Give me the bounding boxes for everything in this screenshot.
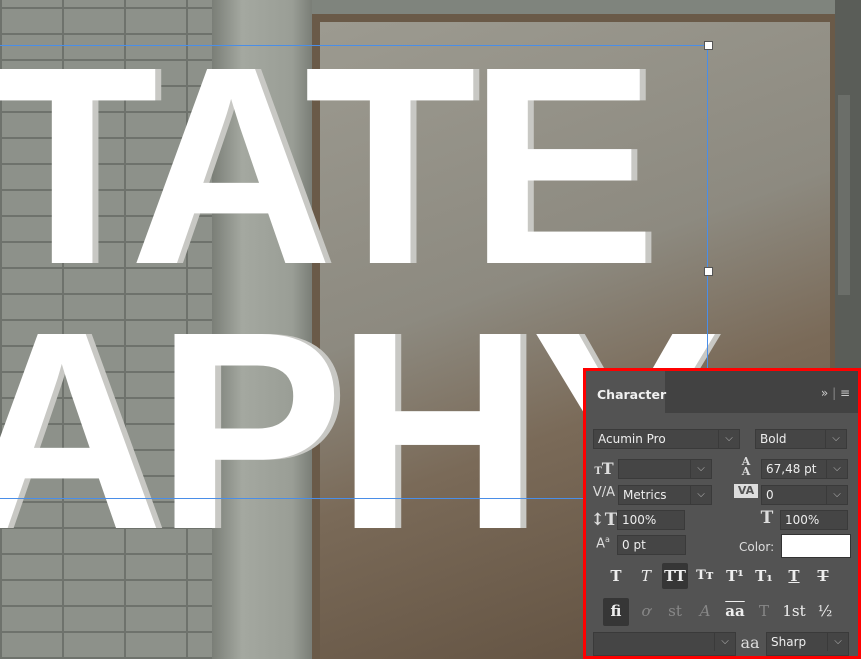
transform-handle[interactable] <box>704 267 713 276</box>
ligatures-button[interactable]: fi <box>603 598 629 626</box>
small-caps-button[interactable]: Tт <box>692 563 718 589</box>
titling-alternates-button[interactable]: T <box>751 598 777 624</box>
swash-button[interactable]: A <box>692 598 718 624</box>
horizontal-scale-icon: T <box>760 508 774 528</box>
faux-italic-button[interactable]: T <box>633 563 659 589</box>
color-label: Color: <box>739 540 775 554</box>
character-panel: Character » | ≡ Acumin Pro Bold TT AA 67… <box>583 368 861 659</box>
font-size-icon: TT <box>594 459 614 478</box>
horizontal-scale-input[interactable]: 100% <box>780 510 848 530</box>
old-style-button[interactable]: st <box>662 598 688 624</box>
font-family-select[interactable]: Acumin Pro <box>593 429 740 449</box>
leading-input[interactable]: 67,48 pt <box>761 459 848 479</box>
underline-button[interactable]: T <box>781 563 807 589</box>
tracking-select[interactable]: 0 <box>761 485 848 505</box>
stylistic-alternates-button[interactable]: aa <box>719 598 751 624</box>
discretionary-ligatures-button[interactable]: ơ <box>633 598 659 624</box>
baseline-shift-input[interactable]: 0 pt <box>617 535 686 555</box>
ordinals-button[interactable]: 1st <box>778 598 810 624</box>
superscript-button[interactable]: T¹ <box>722 563 748 589</box>
panel-menu-icon[interactable]: ≡ <box>840 386 850 400</box>
kerning-icon: V/A <box>592 485 616 500</box>
font-style-select[interactable]: Bold <box>755 429 847 449</box>
font-size-input[interactable] <box>618 459 712 479</box>
tracking-icon: VA <box>734 484 758 498</box>
tab-character[interactable]: Character <box>586 371 666 413</box>
strikethrough-button[interactable]: T <box>810 563 836 589</box>
transform-handle[interactable] <box>704 41 713 50</box>
antialias-select[interactable]: Sharp <box>766 632 849 656</box>
scroll-thumb[interactable] <box>838 95 850 295</box>
language-select[interactable] <box>593 632 736 656</box>
kerning-select[interactable]: Metrics <box>618 485 712 505</box>
leading-icon: AA <box>741 455 751 478</box>
vertical-scale-icon: ↕T <box>590 510 618 530</box>
antialias-icon: aa <box>740 633 760 652</box>
color-swatch[interactable] <box>781 534 851 558</box>
baseline-shift-icon: Aa <box>596 535 610 552</box>
subscript-button[interactable]: T₁ <box>751 563 777 589</box>
faux-bold-button[interactable]: T <box>603 563 629 589</box>
collapse-icon[interactable]: » <box>821 386 828 400</box>
fractions-button[interactable]: ½ <box>812 598 838 624</box>
vertical-scale-input[interactable]: 100% <box>617 510 685 530</box>
all-caps-button[interactable]: TT <box>662 563 688 589</box>
